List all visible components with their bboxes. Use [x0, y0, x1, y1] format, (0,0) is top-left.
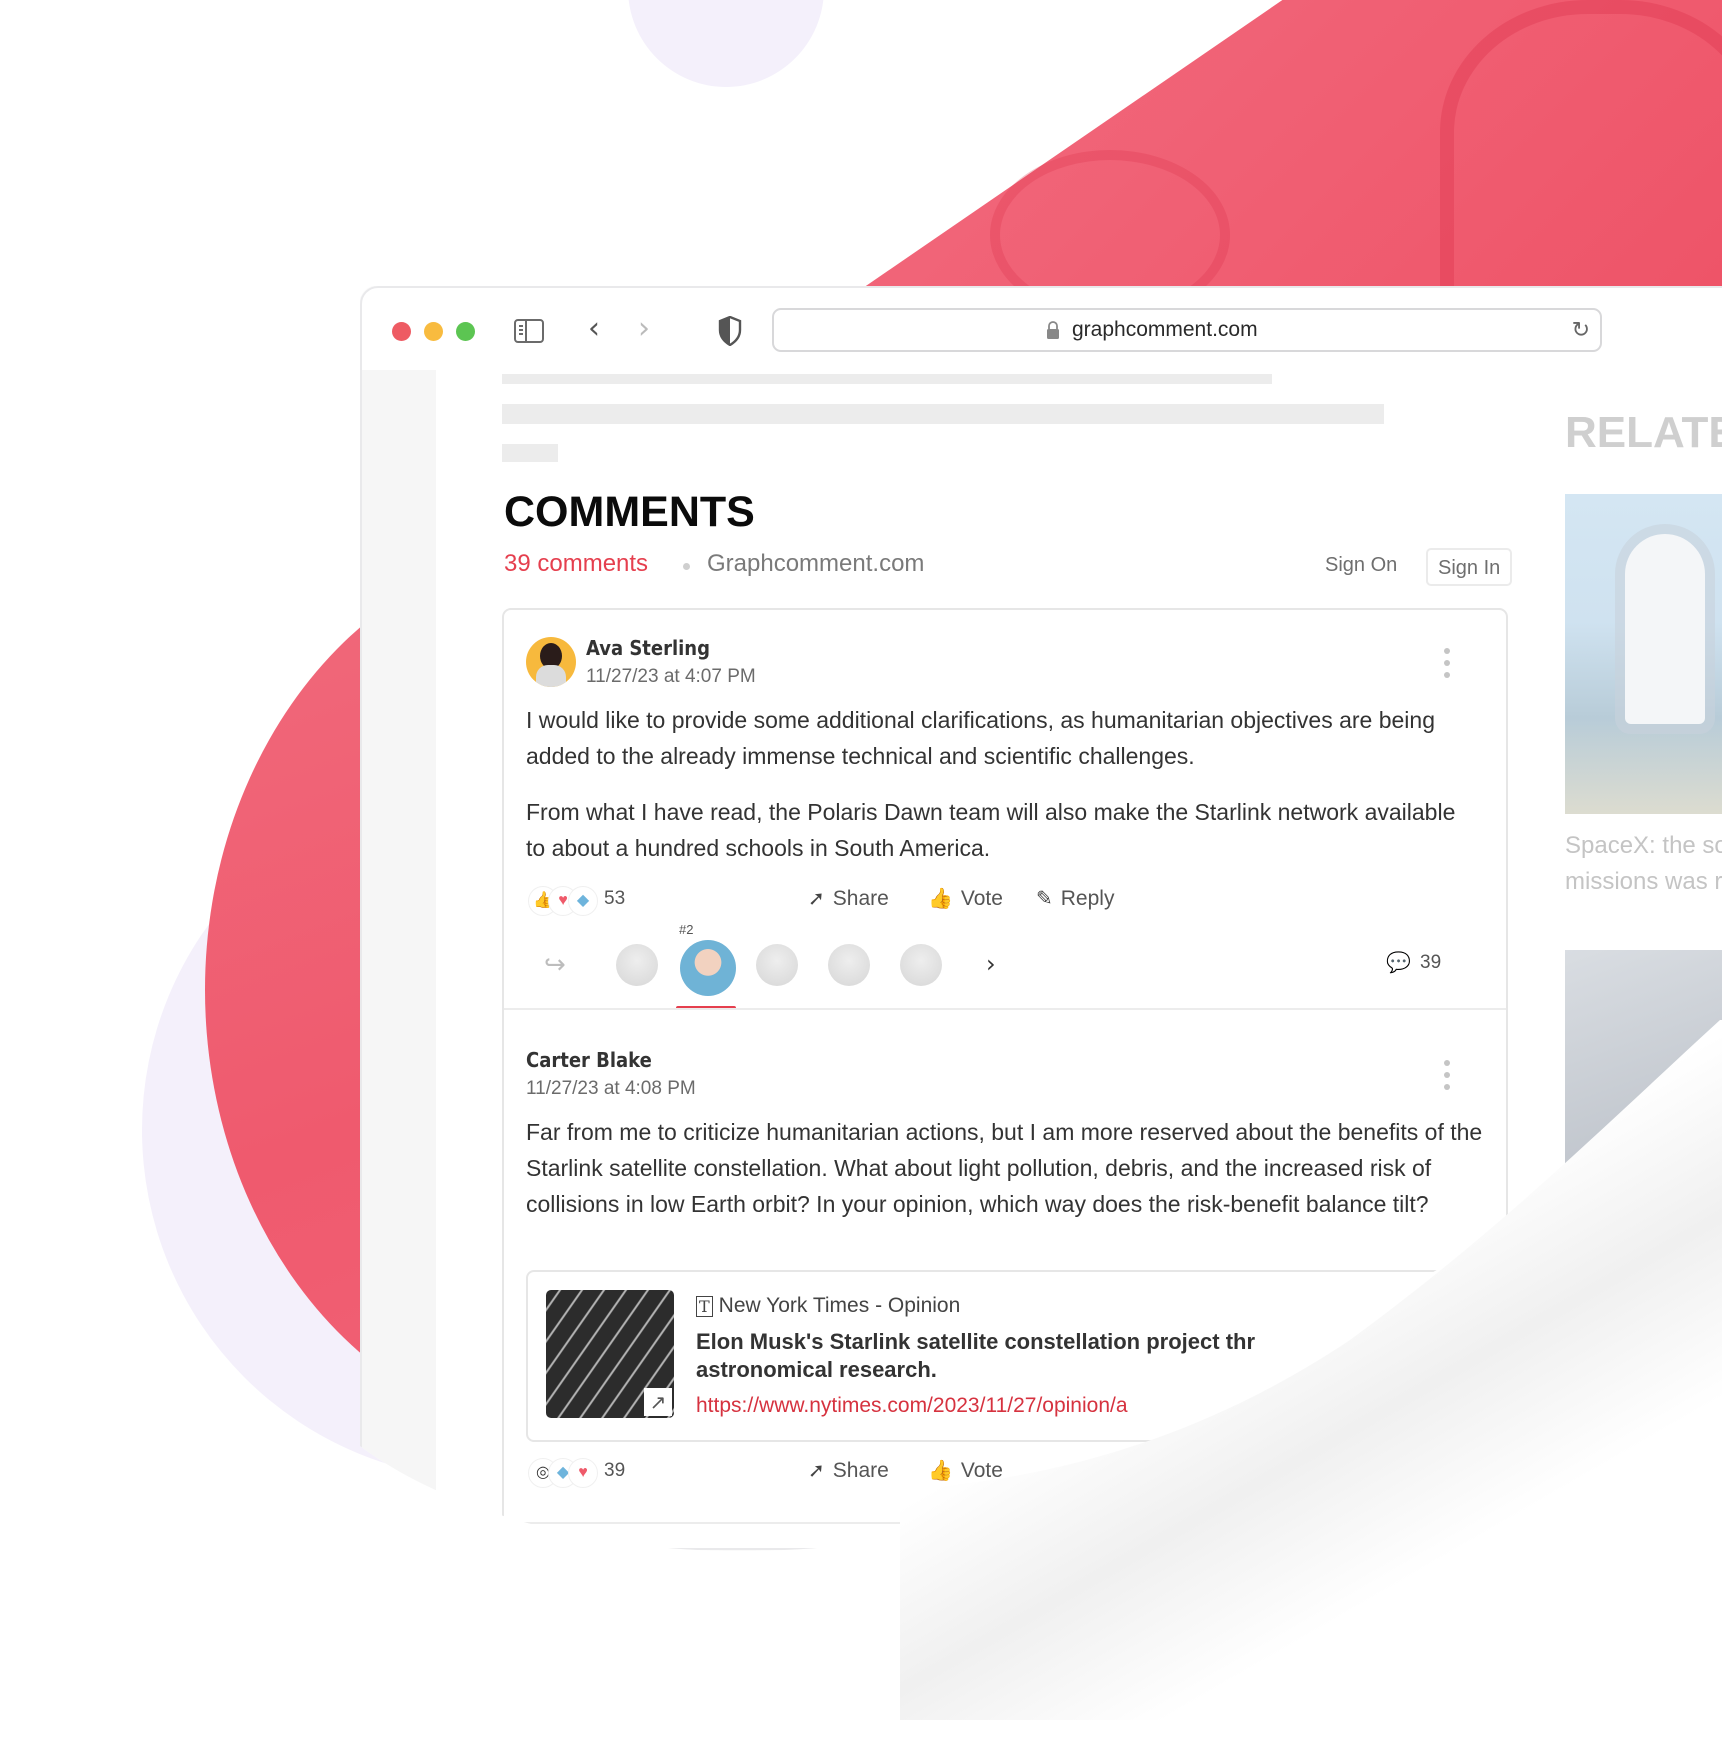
placeholder-line [502, 374, 1272, 384]
address-bar[interactable]: graphcomment.com ↻ [772, 308, 1602, 352]
comment-author[interactable]: Ava Sterling [586, 636, 710, 660]
diamond-reaction-icon: ◆ [568, 886, 598, 916]
site-name[interactable]: Graphcomment.com [707, 550, 924, 578]
browser-toolbar: ‹ › graphcomment.com ↻ [362, 288, 1722, 370]
voter-avatar[interactable] [900, 944, 942, 986]
decor-face-outline [1440, 0, 1722, 294]
reaction-count: 53 [604, 888, 626, 909]
voter-avatar[interactable] [828, 944, 870, 986]
share-button[interactable]: ➚ Share [808, 886, 889, 911]
edit-reply-icon: ✎ [1036, 886, 1053, 910]
link-url[interactable]: https://www.nytimes.com/2023/11/27/opini… [696, 1394, 1128, 1418]
reply-button[interactable]: ✎ Reply [1036, 886, 1114, 911]
separator-dot [683, 563, 690, 570]
reaction-summary[interactable]: 👍 ♥ ◆ [528, 886, 608, 916]
comment-timestamp: 11/27/23 at 4:08 PM [526, 1078, 696, 1099]
comment-body: I would like to provide some additional … [526, 702, 1476, 866]
sidebar-toggle-icon[interactable] [514, 319, 544, 343]
link-headline[interactable]: Elon Musk's Starlink satellite constella… [696, 1328, 1255, 1384]
voter-avatar[interactable] [616, 944, 658, 986]
comment-paragraph: Far from me to criticize humanitarian ac… [526, 1119, 1483, 1217]
lock-icon [1046, 321, 1060, 339]
maximize-window-button[interactable] [456, 322, 475, 341]
chevron-right-icon[interactable]: › [986, 950, 996, 978]
comment-body: Far from me to criticize humanitarian ac… [526, 1114, 1488, 1222]
link-source: T New York Times - Opinion [696, 1294, 960, 1318]
more-options-icon[interactable] [1444, 1060, 1450, 1096]
left-gutter [362, 370, 436, 1550]
url-text[interactable]: graphcomment.com [1072, 318, 1258, 342]
vote-button[interactable]: 👍 Vote [928, 886, 1003, 911]
comment-paragraph: I would like to provide some additional … [526, 707, 1435, 769]
share-arrow-icon: ➚ [808, 886, 825, 910]
related-article-title[interactable]: SpaceX: the so missions was r [1565, 828, 1722, 900]
comments-heading: COMMENTS [504, 488, 755, 536]
comment-divider [504, 1008, 1506, 1010]
related-heading: RELATE [1565, 408, 1722, 457]
replies-bubble-icon[interactable]: 💬 [1386, 950, 1411, 974]
close-window-button[interactable] [392, 322, 411, 341]
reply-arrow-icon[interactable]: ↪ [544, 950, 566, 980]
comment-count-link[interactable]: 39 comments [504, 550, 648, 578]
nyt-logo-icon: T [696, 1296, 713, 1317]
avatar[interactable] [526, 637, 576, 687]
reaction-count: 39 [604, 1460, 626, 1481]
voter-avatar-active[interactable] [680, 940, 736, 996]
sign-in-button[interactable]: Sign In [1426, 548, 1512, 586]
thumbs-up-icon: 👍 [928, 1458, 953, 1482]
share-arrow-icon: ➚ [808, 1458, 825, 1482]
sign-on-button[interactable]: Sign On [1325, 554, 1397, 577]
placeholder-line [502, 404, 1384, 424]
forward-arrow-icon[interactable]: › [638, 314, 650, 344]
comment-author[interactable]: Carter Blake [526, 1048, 652, 1072]
vote-button[interactable]: 👍 Vote [928, 1458, 1003, 1483]
reaction-summary[interactable]: ◎ ◆ ♥ [528, 1458, 608, 1488]
thumbs-up-icon: 👍 [928, 886, 953, 910]
share-button[interactable]: ➚ Share [808, 1458, 889, 1483]
more-options-icon[interactable] [1444, 648, 1450, 684]
placeholder-line [502, 444, 558, 462]
voter-avatar[interactable] [756, 944, 798, 986]
decor-lavender-circle-top [628, 0, 824, 87]
comment-timestamp: 11/27/23 at 4:07 PM [586, 666, 756, 687]
reply-count[interactable]: 39 [1420, 952, 1441, 974]
comment-paragraph: From what I have read, the Polaris Dawn … [526, 799, 1456, 861]
related-article-image[interactable] [1565, 494, 1722, 814]
reload-icon[interactable]: ↻ [1572, 318, 1590, 343]
rocket-capsule-graphic [1625, 534, 1705, 724]
voter-rank: #2 [679, 922, 694, 937]
privacy-shield-icon[interactable] [718, 316, 742, 346]
heart-reaction-icon: ♥ [568, 1458, 598, 1488]
external-link-icon[interactable]: ↗ [644, 1388, 672, 1416]
back-arrow-icon[interactable]: ‹ [588, 314, 600, 344]
minimize-window-button[interactable] [424, 322, 443, 341]
voter-strip: ↪ #2 › 💬 39 [522, 928, 1502, 998]
